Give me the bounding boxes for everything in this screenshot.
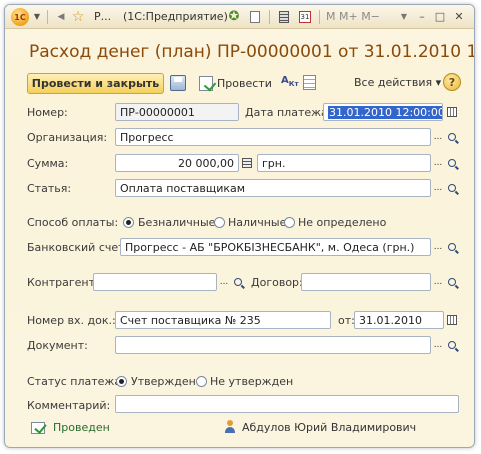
menu-arrow-icon[interactable]: ▼	[31, 8, 43, 25]
radio-approved-label[interactable]: Утвержден	[131, 375, 196, 388]
favorite-star-icon[interactable]: ☆	[69, 8, 87, 25]
menu-arrow-icon[interactable]: ▼	[398, 8, 410, 25]
currency-select-button[interactable]: ...	[431, 154, 445, 172]
calculator-icon[interactable]	[240, 154, 254, 172]
contract-select-button[interactable]: ...	[431, 273, 445, 291]
number-label: Номер:	[27, 106, 68, 119]
all-actions-menu[interactable]: Все действия ▾	[354, 76, 441, 89]
calendar-icon[interactable]	[445, 103, 459, 121]
radio-cash[interactable]	[214, 217, 225, 228]
organization-select-button[interactable]: ...	[431, 128, 445, 146]
payment-date-value: 31.01.2010 12:00:00	[328, 105, 442, 119]
counterparty-field[interactable]	[93, 273, 217, 291]
incoming-doc-field[interactable]: Счет поставщика № 235	[115, 311, 331, 329]
contract-field[interactable]	[301, 273, 431, 291]
title-bar: 1С ▼ ◀ ☆ Р... (1С:Предприятие) ✪ 31 M M+…	[5, 5, 474, 29]
payment-date-field[interactable]: 31.01.2010 12:00:00	[323, 103, 443, 121]
from-label: от:	[338, 314, 355, 327]
sum-label: Сумма:	[27, 157, 69, 170]
search-icon[interactable]	[231, 273, 245, 291]
document-select-button[interactable]: ...	[431, 336, 445, 354]
radio-undefined-label[interactable]: Не определено	[298, 216, 386, 229]
radio-approved[interactable]	[116, 376, 127, 387]
add-favorite-icon[interactable]: ✪	[226, 8, 242, 25]
search-icon[interactable]	[445, 128, 459, 146]
document-label: Документ:	[27, 339, 88, 352]
app-logo-icon[interactable]: 1С	[11, 8, 29, 26]
number-field[interactable]: ПР-00000001	[115, 103, 239, 121]
calendar-icon[interactable]	[445, 311, 459, 329]
search-icon[interactable]	[445, 273, 459, 291]
post-label: Провести	[217, 76, 272, 90]
article-select-button[interactable]: ...	[431, 179, 445, 197]
save-icon[interactable]	[170, 75, 186, 91]
document-field[interactable]	[115, 336, 431, 354]
radio-cashless-label[interactable]: Безналичные	[138, 216, 215, 229]
help-button[interactable]: ?	[443, 73, 461, 91]
article-field[interactable]: Оплата поставщикам	[115, 179, 431, 197]
comment-label: Комментарий:	[27, 399, 111, 412]
author-name[interactable]: Абдулов Юрий Владимирович	[242, 421, 416, 434]
organization-field[interactable]: Прогресс	[115, 128, 431, 146]
separator	[47, 10, 48, 24]
post-and-close-button[interactable]: Провести и закрыть	[27, 73, 164, 94]
currency-field[interactable]: грн.	[257, 154, 431, 172]
payment-date-label: Дата платежа:	[245, 106, 332, 119]
user-icon	[224, 420, 236, 434]
close-button[interactable]: ✕	[451, 8, 467, 25]
history-icon[interactable]	[248, 8, 262, 25]
comment-field[interactable]	[115, 395, 459, 413]
posted-status: Проведен	[53, 421, 110, 434]
sum-field[interactable]: 20 000,00	[115, 154, 239, 172]
contract-label: Договор:	[251, 276, 303, 289]
radio-not-approved-label[interactable]: Не утвержден	[210, 375, 293, 388]
movements-icon[interactable]: AКт	[281, 75, 299, 91]
separator	[269, 10, 270, 24]
article-label: Статья:	[27, 182, 72, 195]
search-icon[interactable]	[445, 179, 459, 197]
separator	[319, 10, 320, 24]
bank-account-label: Банковский счет:	[27, 241, 129, 254]
counterparty-select-button[interactable]: ...	[217, 273, 231, 291]
app-title: (1С:Предприятие)	[123, 10, 228, 23]
payment-status-label: Статус платежа:	[27, 375, 125, 388]
from-date-field[interactable]: 31.01.2010	[354, 311, 444, 329]
counterparty-label: Контрагент:	[27, 276, 99, 289]
bank-account-field[interactable]: Прогресс - АБ "БРОКБІЗНЕСБАНК", м. Одеса…	[120, 238, 431, 256]
post-icon	[199, 75, 213, 91]
radio-cashless[interactable]	[123, 217, 134, 228]
back-icon[interactable]: ◀	[53, 8, 69, 25]
search-icon[interactable]	[445, 238, 459, 256]
radio-not-approved[interactable]	[196, 376, 207, 387]
search-icon[interactable]	[445, 336, 459, 354]
document-window: 1С ▼ ◀ ☆ Р... (1С:Предприятие) ✪ 31 M M+…	[4, 4, 475, 448]
tab-short-title: Р...	[94, 10, 112, 23]
incoming-doc-label: Номер вх. док.:	[27, 314, 116, 327]
minimize-button[interactable]: –	[415, 8, 429, 25]
bank-account-select-button[interactable]: ...	[431, 238, 445, 256]
calculator-icon[interactable]	[277, 8, 291, 25]
posted-status-icon	[31, 422, 45, 434]
document-title: Расход денег (план) ПР-00000001 от 31.01…	[29, 42, 475, 62]
search-icon[interactable]	[445, 154, 459, 172]
organization-label: Организация:	[27, 131, 108, 144]
maximize-button[interactable]: □	[433, 8, 447, 25]
report-icon[interactable]	[303, 75, 316, 90]
radio-cash-label[interactable]: Наличные	[228, 216, 286, 229]
calendar-icon[interactable]: 31	[297, 8, 313, 25]
payment-method-label: Способ оплаты:	[27, 216, 119, 229]
post-button[interactable]: Провести	[199, 74, 272, 92]
radio-undefined[interactable]	[284, 217, 295, 228]
memory-buttons[interactable]: M M+ M−	[326, 10, 380, 23]
